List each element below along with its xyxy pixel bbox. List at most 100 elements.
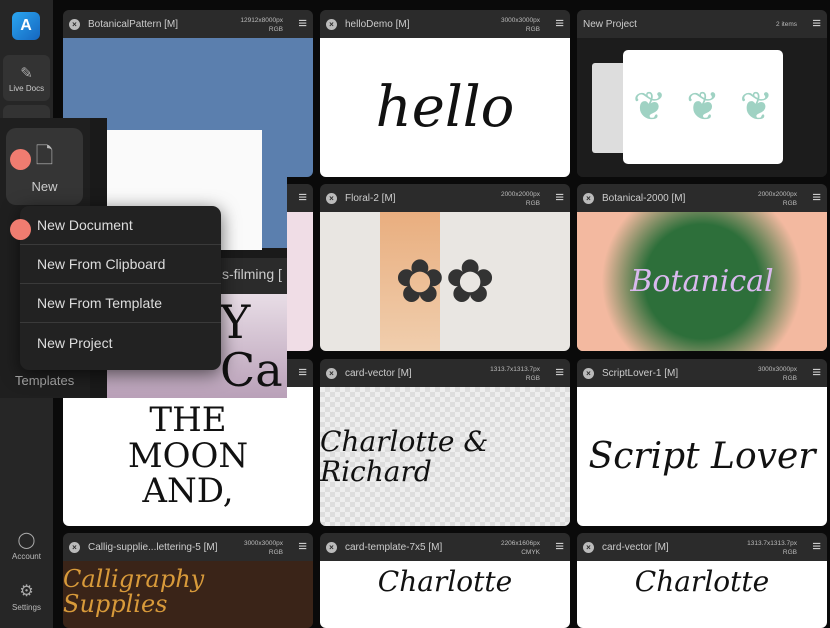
card-header: × card-template-7x5 [M] 2206x1606px CMYK ≡ — [320, 533, 570, 561]
close-icon[interactable]: × — [583, 367, 594, 379]
doc-size: 2000x2000px — [757, 191, 797, 198]
close-icon[interactable]: × — [69, 541, 80, 553]
hamburger-menu-icon[interactable]: ≡ — [812, 365, 821, 380]
document-card[interactable]: × card-template-7x5 [M] 2206x1606px CMYK ≡ Ch… — [320, 533, 570, 628]
card-title: BotanicalPattern [M] — [88, 18, 179, 30]
project-thumb-back — [592, 63, 627, 153]
hamburger-menu-icon[interactable]: ≡ — [812, 190, 821, 205]
menu-item-new-document[interactable]: New Document — [20, 206, 221, 245]
card-title: Callig-supplie...lettering-5 [M] — [88, 541, 218, 553]
menu-item-new-from-clipboard[interactable]: New From Clipboard — [20, 245, 221, 284]
close-icon[interactable]: × — [69, 18, 80, 30]
gear-icon: ⚙ — [19, 583, 34, 600]
document-card[interactable]: × Callig-supplie...lettering-5 [M] 3000x30… — [63, 533, 313, 628]
card-art: Script Lover — [588, 435, 816, 477]
zoomed-card-title: s-filming [ — [220, 258, 287, 294]
card-thumbnail[interactable]: THE MOON AND, — [63, 387, 313, 526]
doc-color-mode: RGB — [268, 26, 283, 33]
card-header: New Project 2 items ≡ — [577, 10, 827, 38]
item-count: 2 items — [776, 21, 797, 28]
doc-color-mode: RGB — [782, 375, 797, 382]
templates-button[interactable]: Templates — [15, 373, 74, 388]
card-title: New Project — [583, 18, 637, 30]
card-header: × card-vector [M] 1313.7x1313.7px RGB ≡ — [577, 533, 827, 561]
close-icon[interactable]: × — [326, 541, 337, 553]
doc-color-mode: RGB — [525, 26, 540, 33]
close-icon[interactable]: × — [326, 367, 337, 379]
card-title: ScriptLover-1 [M] — [602, 367, 679, 379]
affinity-designer-logo: A — [12, 12, 40, 40]
touch-indicator — [10, 149, 31, 170]
document-card[interactable]: × card-vector [M] 1313.7x1313.7px RGB ≡ Charl… — [320, 359, 570, 526]
doc-info: 1313.7x1313.7px RGB — [747, 539, 797, 557]
card-header: × ScriptLover-1 [M] 3000x3000px RGB ≡ — [577, 359, 827, 387]
menu-item-new-project[interactable]: New Project — [20, 323, 221, 362]
card-thumbnail[interactable]: Botanical — [577, 212, 827, 351]
hamburger-menu-icon[interactable]: ≡ — [555, 365, 564, 380]
app-screen: A ✎ Live Docs ◯ Account ⚙ Settings × Bota… — [0, 0, 830, 628]
document-card[interactable]: × helloDemo [M] 3000x3000px RGB ≡ hello — [320, 10, 570, 177]
card-title: helloDemo [M] — [345, 18, 410, 30]
doc-info: 2000x2000px RGB — [501, 190, 540, 208]
card-thumbnail[interactable]: Charlotte — [577, 561, 827, 628]
hamburger-menu-icon[interactable]: ≡ — [555, 190, 564, 205]
menu-item-new-from-template[interactable]: New From Template — [20, 284, 221, 323]
doc-color-mode: RGB — [525, 375, 540, 382]
hamburger-menu-icon[interactable]: ≡ — [298, 539, 307, 554]
card-thumbnail[interactable]: Calligraphy Supplies — [63, 561, 313, 628]
card-art: Calligraphy Supplies — [63, 565, 205, 619]
card-title: Botanical-2000 [M] — [602, 192, 686, 204]
doc-color-mode: RGB — [782, 549, 797, 556]
card-thumbnail[interactable]: ❦ ❦ ❦ — [577, 38, 827, 177]
hamburger-menu-icon[interactable]: ≡ — [812, 16, 821, 31]
doc-color-mode: RGB — [268, 549, 283, 556]
card-thumbnail[interactable]: Charlotte — [320, 561, 570, 628]
settings-button[interactable]: ⚙ Settings — [0, 581, 53, 612]
doc-size: 3000x3000px — [757, 366, 797, 373]
live-docs-icon: ✎ — [20, 64, 33, 82]
card-header: × Botanical-2000 [M] 2000x2000px RGB ≡ — [577, 184, 827, 212]
card-thumbnail[interactable]: ✿✿ — [320, 212, 570, 351]
close-icon[interactable]: × — [326, 18, 337, 30]
doc-size: 1313.7x1313.7px — [747, 540, 797, 547]
doc-size: 3000x3000px — [243, 540, 283, 547]
doc-info: 3000x3000px RGB — [758, 365, 797, 383]
new-popup-menu: New Document New From Clipboard New From… — [20, 206, 221, 370]
card-thumbnail[interactable]: Charlotte & Richard — [320, 387, 570, 526]
document-card[interactable]: × ScriptLover-1 [M] 3000x3000px RGB ≡ Script … — [577, 359, 827, 526]
document-card[interactable]: New Project 2 items ≡ ❦ ❦ ❦ — [577, 10, 827, 177]
account-button[interactable]: ◯ Account — [0, 530, 53, 561]
card-thumbnail[interactable]: hello — [320, 38, 570, 177]
card-art: Charlotte & Richard — [320, 425, 489, 488]
document-card[interactable]: × Botanical-2000 [M] 2000x2000px RGB ≡ Botani… — [577, 184, 827, 351]
document-card[interactable]: × Floral-2 [M] 2000x2000px RGB ≡ ✿✿ — [320, 184, 570, 351]
doc-info: 12912x8000px RGB — [240, 16, 283, 34]
card-header: × helloDemo [M] 3000x3000px RGB ≡ — [320, 10, 570, 38]
doc-info: 3000x3000px RGB — [244, 539, 283, 557]
doc-info: 3000x3000px RGB — [501, 16, 540, 34]
hamburger-menu-icon[interactable]: ≡ — [298, 16, 307, 31]
hamburger-menu-icon[interactable]: ≡ — [298, 190, 307, 205]
close-icon[interactable]: × — [583, 192, 594, 204]
doc-size: 2000x2000px — [500, 191, 540, 198]
live-docs-button[interactable]: ✎ Live Docs — [3, 55, 50, 101]
close-icon[interactable]: × — [326, 192, 337, 204]
card-art: THE MOON AND, — [127, 399, 249, 512]
card-art: hello — [375, 75, 515, 140]
card-thumbnail[interactable]: Script Lover — [577, 387, 827, 526]
card-header: × BotanicalPattern [M] 12912x8000px RGB ≡ — [63, 10, 313, 38]
close-icon[interactable]: × — [583, 541, 594, 553]
hamburger-menu-icon[interactable]: ≡ — [298, 365, 307, 380]
document-card[interactable]: × card-vector [M] 1313.7x1313.7px RGB ≡ Charl… — [577, 533, 827, 628]
hamburger-menu-icon[interactable]: ≡ — [555, 539, 564, 554]
account-label: Account — [12, 552, 41, 561]
card-title: card-template-7x5 [M] — [345, 541, 443, 553]
touch-indicator — [10, 219, 31, 240]
hamburger-menu-icon[interactable]: ≡ — [555, 16, 564, 31]
doc-info: 2206x1606px CMYK — [501, 539, 540, 557]
card-art: Charlotte — [377, 565, 513, 598]
doc-color-mode: RGB — [782, 200, 797, 207]
account-icon: ◯ — [17, 532, 36, 549]
card-header: × Callig-supplie...lettering-5 [M] 3000x30… — [63, 533, 313, 561]
hamburger-menu-icon[interactable]: ≡ — [812, 539, 821, 554]
